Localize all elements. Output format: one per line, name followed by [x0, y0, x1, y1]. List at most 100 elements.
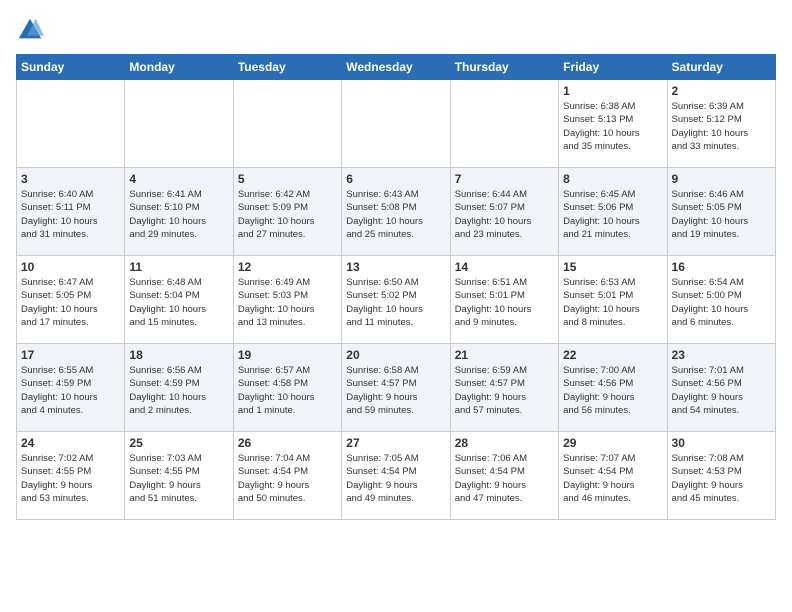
- day-info: Sunrise: 6:42 AM Sunset: 5:09 PM Dayligh…: [238, 188, 337, 241]
- day-cell: [125, 80, 233, 168]
- day-info: Sunrise: 6:57 AM Sunset: 4:58 PM Dayligh…: [238, 364, 337, 417]
- day-info: Sunrise: 6:51 AM Sunset: 5:01 PM Dayligh…: [455, 276, 554, 329]
- day-number: 6: [346, 172, 445, 186]
- weekday-header-monday: Monday: [125, 55, 233, 80]
- weekday-header-tuesday: Tuesday: [233, 55, 341, 80]
- day-info: Sunrise: 6:53 AM Sunset: 5:01 PM Dayligh…: [563, 276, 662, 329]
- day-info: Sunrise: 7:07 AM Sunset: 4:54 PM Dayligh…: [563, 452, 662, 505]
- day-info: Sunrise: 6:54 AM Sunset: 5:00 PM Dayligh…: [672, 276, 771, 329]
- day-cell: 26 Sunrise: 7:04 AM Sunset: 4:54 PM Dayli…: [233, 432, 341, 520]
- day-number: 23: [672, 348, 771, 362]
- day-number: 21: [455, 348, 554, 362]
- day-cell: 4 Sunrise: 6:41 AM Sunset: 5:10 PM Daylig…: [125, 168, 233, 256]
- day-cell: 30 Sunrise: 7:08 AM Sunset: 4:53 PM Dayli…: [667, 432, 775, 520]
- day-cell: 21 Sunrise: 6:59 AM Sunset: 4:57 PM Dayli…: [450, 344, 558, 432]
- day-info: Sunrise: 7:04 AM Sunset: 4:54 PM Dayligh…: [238, 452, 337, 505]
- day-number: 27: [346, 436, 445, 450]
- day-cell: 9 Sunrise: 6:46 AM Sunset: 5:05 PM Daylig…: [667, 168, 775, 256]
- week-row-2: 3 Sunrise: 6:40 AM Sunset: 5:11 PM Daylig…: [17, 168, 776, 256]
- day-cell: [450, 80, 558, 168]
- day-cell: 24Sunrise: 7:02 AM Sunset: 4:55 PM Dayli…: [17, 432, 125, 520]
- day-cell: 22 Sunrise: 7:00 AM Sunset: 4:56 PM Dayli…: [559, 344, 667, 432]
- day-info: Sunrise: 7:00 AM Sunset: 4:56 PM Dayligh…: [563, 364, 662, 417]
- day-info: Sunrise: 6:39 AM Sunset: 5:12 PM Dayligh…: [672, 100, 771, 153]
- week-row-5: 24Sunrise: 7:02 AM Sunset: 4:55 PM Dayli…: [17, 432, 776, 520]
- day-cell: 10 Sunrise: 6:47 AM Sunset: 5:05 PM Dayli…: [17, 256, 125, 344]
- day-info: Sunrise: 6:43 AM Sunset: 5:08 PM Dayligh…: [346, 188, 445, 241]
- calendar: SundayMondayTuesdayWednesdayThursdayFrid…: [16, 54, 776, 520]
- day-cell: 15 Sunrise: 6:53 AM Sunset: 5:01 PM Dayli…: [559, 256, 667, 344]
- day-number: 4: [129, 172, 228, 186]
- day-cell: 16 Sunrise: 6:54 AM Sunset: 5:00 PM Dayli…: [667, 256, 775, 344]
- day-info: Sunrise: 6:48 AM Sunset: 5:04 PM Dayligh…: [129, 276, 228, 329]
- day-info: Sunrise: 6:40 AM Sunset: 5:11 PM Dayligh…: [21, 188, 120, 241]
- day-number: 13: [346, 260, 445, 274]
- day-number: 8: [563, 172, 662, 186]
- week-row-4: 17 Sunrise: 6:55 AM Sunset: 4:59 PM Dayli…: [17, 344, 776, 432]
- day-number: 16: [672, 260, 771, 274]
- day-cell: 19 Sunrise: 6:57 AM Sunset: 4:58 PM Dayli…: [233, 344, 341, 432]
- day-info: Sunrise: 6:38 AM Sunset: 5:13 PM Dayligh…: [563, 100, 662, 153]
- day-info: Sunrise: 7:05 AM Sunset: 4:54 PM Dayligh…: [346, 452, 445, 505]
- week-row-1: 1 Sunrise: 6:38 AM Sunset: 5:13 PM Daylig…: [17, 80, 776, 168]
- day-number: 19: [238, 348, 337, 362]
- page: SundayMondayTuesdayWednesdayThursdayFrid…: [0, 0, 792, 530]
- week-row-3: 10 Sunrise: 6:47 AM Sunset: 5:05 PM Dayli…: [17, 256, 776, 344]
- day-number: 1: [563, 84, 662, 98]
- day-cell: [342, 80, 450, 168]
- day-number: 9: [672, 172, 771, 186]
- day-number: 22: [563, 348, 662, 362]
- day-cell: 27 Sunrise: 7:05 AM Sunset: 4:54 PM Dayli…: [342, 432, 450, 520]
- day-number: 24: [21, 436, 120, 450]
- day-cell: 2 Sunrise: 6:39 AM Sunset: 5:12 PM Daylig…: [667, 80, 775, 168]
- day-cell: 3 Sunrise: 6:40 AM Sunset: 5:11 PM Daylig…: [17, 168, 125, 256]
- day-info: Sunrise: 6:46 AM Sunset: 5:05 PM Dayligh…: [672, 188, 771, 241]
- day-info: Sunrise: 6:45 AM Sunset: 5:06 PM Dayligh…: [563, 188, 662, 241]
- day-info: Sunrise: 6:55 AM Sunset: 4:59 PM Dayligh…: [21, 364, 120, 417]
- day-number: 3: [21, 172, 120, 186]
- day-cell: 12 Sunrise: 6:49 AM Sunset: 5:03 PM Dayli…: [233, 256, 341, 344]
- day-number: 14: [455, 260, 554, 274]
- day-info: Sunrise: 6:41 AM Sunset: 5:10 PM Dayligh…: [129, 188, 228, 241]
- day-number: 28: [455, 436, 554, 450]
- day-number: 20: [346, 348, 445, 362]
- day-cell: 8 Sunrise: 6:45 AM Sunset: 5:06 PM Daylig…: [559, 168, 667, 256]
- day-number: 17: [21, 348, 120, 362]
- day-number: 15: [563, 260, 662, 274]
- day-number: 7: [455, 172, 554, 186]
- day-cell: 11 Sunrise: 6:48 AM Sunset: 5:04 PM Dayli…: [125, 256, 233, 344]
- day-info: Sunrise: 6:47 AM Sunset: 5:05 PM Dayligh…: [21, 276, 120, 329]
- day-cell: 18Sunrise: 6:56 AM Sunset: 4:59 PM Dayli…: [125, 344, 233, 432]
- day-info: Sunrise: 7:08 AM Sunset: 4:53 PM Dayligh…: [672, 452, 771, 505]
- day-number: 30: [672, 436, 771, 450]
- day-cell: [233, 80, 341, 168]
- day-info: Sunrise: 7:03 AM Sunset: 4:55 PM Dayligh…: [129, 452, 228, 505]
- logo-icon: [16, 16, 44, 44]
- day-cell: 25 Sunrise: 7:03 AM Sunset: 4:55 PM Dayli…: [125, 432, 233, 520]
- day-number: 2: [672, 84, 771, 98]
- day-cell: 17 Sunrise: 6:55 AM Sunset: 4:59 PM Dayli…: [17, 344, 125, 432]
- day-number: 12: [238, 260, 337, 274]
- weekday-header-saturday: Saturday: [667, 55, 775, 80]
- weekday-header-thursday: Thursday: [450, 55, 558, 80]
- day-cell: 23 Sunrise: 7:01 AM Sunset: 4:56 PM Dayli…: [667, 344, 775, 432]
- day-info: Sunrise: 6:59 AM Sunset: 4:57 PM Dayligh…: [455, 364, 554, 417]
- day-info: Sunrise: 6:49 AM Sunset: 5:03 PM Dayligh…: [238, 276, 337, 329]
- weekday-row: SundayMondayTuesdayWednesdayThursdayFrid…: [17, 55, 776, 80]
- day-cell: 1 Sunrise: 6:38 AM Sunset: 5:13 PM Daylig…: [559, 80, 667, 168]
- day-cell: 13Sunrise: 6:50 AM Sunset: 5:02 PM Dayli…: [342, 256, 450, 344]
- calendar-header: SundayMondayTuesdayWednesdayThursdayFrid…: [17, 55, 776, 80]
- weekday-header-sunday: Sunday: [17, 55, 125, 80]
- day-number: 26: [238, 436, 337, 450]
- day-number: 25: [129, 436, 228, 450]
- day-info: Sunrise: 7:01 AM Sunset: 4:56 PM Dayligh…: [672, 364, 771, 417]
- day-number: 11: [129, 260, 228, 274]
- day-info: Sunrise: 7:06 AM Sunset: 4:54 PM Dayligh…: [455, 452, 554, 505]
- day-number: 5: [238, 172, 337, 186]
- day-cell: 14 Sunrise: 6:51 AM Sunset: 5:01 PM Dayli…: [450, 256, 558, 344]
- day-cell: [17, 80, 125, 168]
- day-cell: 28 Sunrise: 7:06 AM Sunset: 4:54 PM Dayli…: [450, 432, 558, 520]
- day-number: 10: [21, 260, 120, 274]
- day-info: Sunrise: 6:58 AM Sunset: 4:57 PM Dayligh…: [346, 364, 445, 417]
- day-cell: 20 Sunrise: 6:58 AM Sunset: 4:57 PM Dayli…: [342, 344, 450, 432]
